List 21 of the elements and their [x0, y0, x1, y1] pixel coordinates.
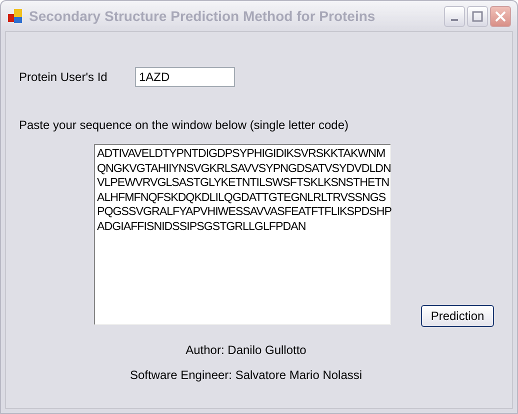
prediction-button[interactable]: Prediction: [421, 305, 494, 327]
close-icon: [495, 10, 506, 22]
minimize-icon: [451, 19, 458, 21]
user-id-field[interactable]: 1AZD: [135, 67, 235, 87]
close-button[interactable]: [490, 6, 511, 26]
app-icon: [7, 8, 23, 24]
instruction-text: Paste your sequence on the window below (single letter code): [19, 118, 350, 132]
maximize-button[interactable]: [467, 6, 488, 26]
sequence-line: PQGSSVGRALFYAPVHIWESSAVVASFEATFTFLIKSPDSHP: [97, 205, 392, 220]
field-label: Protein User's Id: [19, 70, 108, 84]
sequence-line: VLPEWVRVGLSASTGLYKETNTILSWSFTSKLKSNSTHETN: [97, 176, 390, 190]
sequence-line: ADGIAFFISNIDSSIPSGSTGRLLGLFPDAN: [97, 220, 306, 234]
sequence-text-area[interactable]: [94, 144, 391, 325]
sequence-line: ALHFMFNQFSKDQKDLILQGDATTGTEGNLRLTRVSSNGS: [97, 190, 386, 205]
sequence-line: ADTIVAVELDTYPNTDIGDPSYPHIGIDIKSVRSKKTAKWNM: [97, 147, 386, 162]
minimize-button[interactable]: [444, 6, 465, 26]
maximize-icon: [472, 10, 483, 22]
credit-text: Author: Danilo Gullotto: [186, 343, 306, 357]
window-title: Secondary Structure Prediction Method for Proteins: [29, 8, 376, 24]
sequence-line: QNGKVGTAHIIYNSVGKRLSAVVSYPNGDSATVSYDVDLDN: [97, 162, 391, 176]
credit-text: Software Engineer: Salvatore Mario Nolassi: [130, 368, 362, 382]
